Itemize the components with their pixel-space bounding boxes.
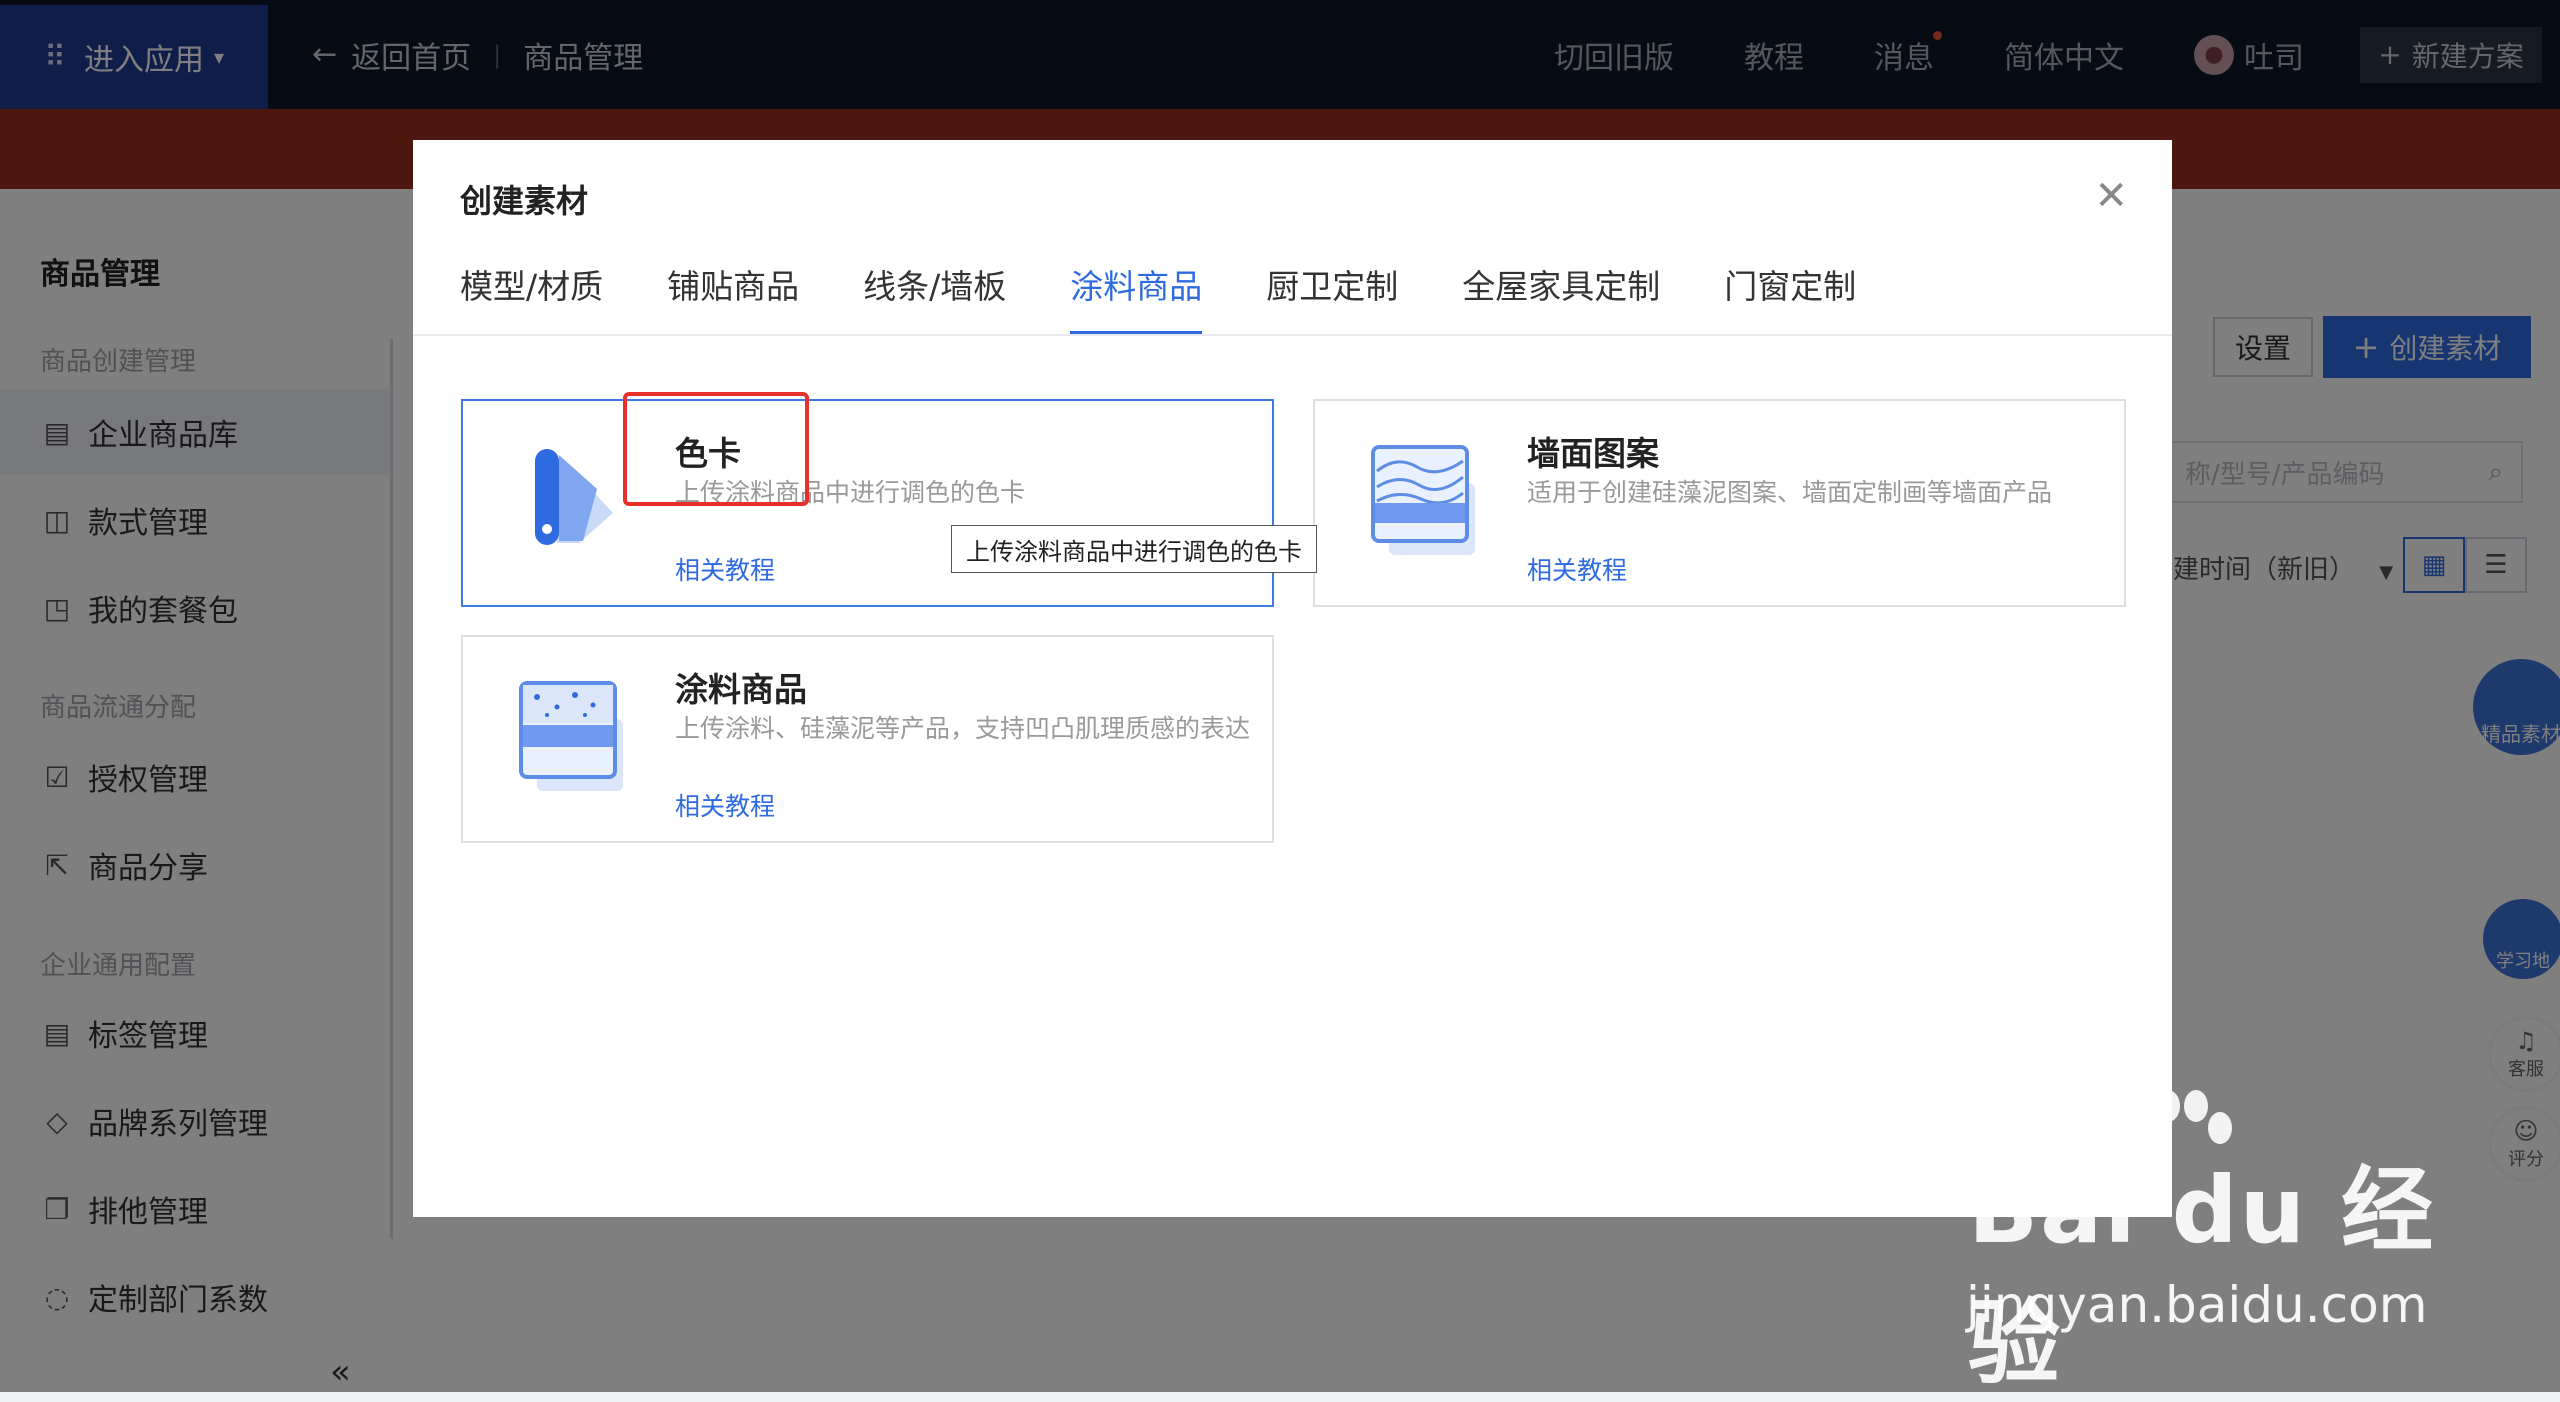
tab-paint-products[interactable]: 涂料商品 [1070, 260, 1203, 334]
tab-lines-wallboard[interactable]: 线条/墙板 [863, 260, 1006, 334]
card-title: 墙面图案 [1527, 434, 1659, 473]
color-card-option[interactable]: 色卡 上传涂料商品中进行调色的色卡 相关教程 [461, 399, 1274, 607]
tab-model-material[interactable]: 模型/材质 [460, 260, 603, 334]
paint-texture-icon [519, 681, 623, 791]
tab-kitchen-bath[interactable]: 厨卫定制 [1266, 260, 1398, 334]
close-icon[interactable]: ✕ [2094, 176, 2128, 216]
annotation-highlight [623, 392, 809, 506]
tutorial-link[interactable]: 相关教程 [1527, 551, 1627, 587]
watermark-url: jingyan.baidu.com [1966, 1276, 2428, 1334]
dialog-title: 创建素材 [460, 182, 589, 220]
category-tabs: 模型/材质 铺贴商品 线条/墙板 涂料商品 厨卫定制 全屋家具定制 门窗定制 [460, 260, 1920, 334]
card-description: 适用于创建硅藻泥图案、墙面定制画等墙面产品 [1527, 478, 2053, 507]
tab-whole-house-furniture[interactable]: 全屋家具定制 [1462, 260, 1660, 334]
color-swatch-icon [535, 449, 613, 545]
tab-tile-products[interactable]: 铺贴商品 [667, 260, 799, 334]
card-tooltip: 上传涂料商品中进行调色的色卡 [951, 525, 1317, 573]
tabs-divider [413, 334, 2172, 336]
watermark-logo-text: Bai du 经验 [1968, 1157, 2436, 1397]
create-material-dialog: 创建素材 ✕ 模型/材质 铺贴商品 线条/墙板 涂料商品 厨卫定制 全屋家具定制… [413, 140, 2172, 1217]
wall-pattern-icon [1371, 445, 1475, 555]
tutorial-link[interactable]: 相关教程 [675, 787, 775, 823]
tutorial-link[interactable]: 相关教程 [675, 551, 775, 587]
tab-doors-windows[interactable]: 门窗定制 [1724, 260, 1856, 334]
card-title: 涂料商品 [675, 670, 807, 709]
wall-pattern-option[interactable]: 墙面图案 适用于创建硅藻泥图案、墙面定制画等墙面产品 相关教程 [1313, 399, 2126, 607]
paint-product-option[interactable]: 涂料商品 上传涂料、硅藻泥等产品，支持凹凸肌理质感的表达 相关教程 [461, 635, 1274, 843]
card-description: 上传涂料、硅藻泥等产品，支持凹凸肌理质感的表达 [675, 714, 1251, 743]
baidu-jingyan-watermark: Bai du 经验 jingyan.baidu.com [1960, 1090, 2440, 1397]
